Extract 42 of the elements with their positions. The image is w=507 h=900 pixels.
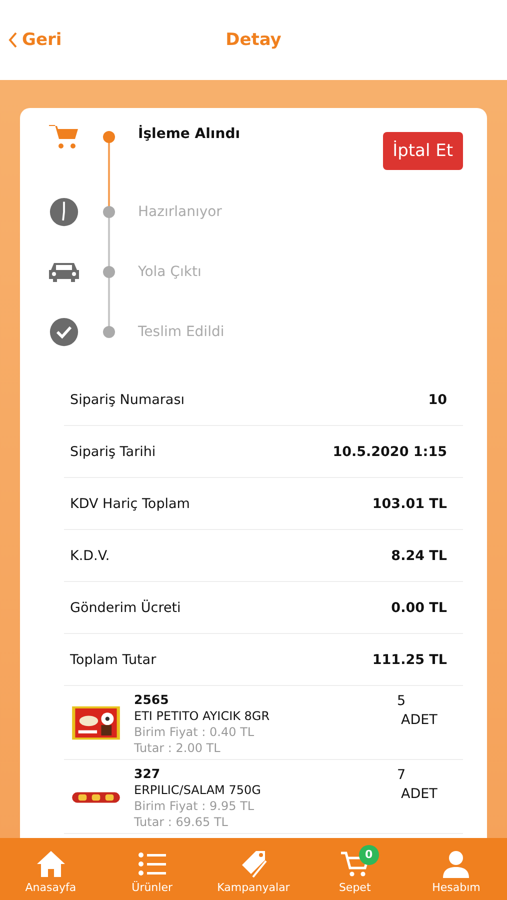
page-title: Detay (226, 30, 282, 50)
check-icon (48, 317, 80, 347)
summary-value: 103.01 TL (372, 496, 447, 512)
quantity: 7 (397, 766, 407, 785)
tab-item[interactable]: Kampanyalar (213, 844, 294, 894)
summary-label: Sipariş Tarihi (70, 444, 156, 460)
product-name: ETI PETITO AYICIK 8GR (134, 708, 271, 724)
step-label: Teslim Edildi (138, 324, 224, 340)
summary-label: K.D.V. (70, 548, 110, 564)
summary-value: 0.00 TL (391, 600, 447, 616)
product-code: 2565 (134, 692, 170, 708)
step-label: Hazırlanıyor (138, 204, 222, 220)
unit-label: ADET (400, 785, 438, 804)
summary-label: Gönderim Ücreti (70, 600, 181, 616)
tab-item[interactable]: Sepet 0 (314, 844, 395, 894)
summary-value: 111.25 TL (372, 652, 447, 668)
cart-count-badge: 0 (358, 844, 379, 864)
home-icon (36, 848, 66, 878)
summary-label: KDV Hariç Toplam (70, 496, 190, 512)
tab-item[interactable]: Hesabım (416, 844, 496, 894)
summary-label: Toplam Tutar (70, 652, 156, 668)
summary-label: Sipariş Numarası (70, 392, 184, 408)
step-label: Yola Çıktı (138, 264, 202, 280)
tab-item[interactable]: Anasayfa (10, 844, 91, 894)
chevron-icon (8, 32, 18, 48)
summary-value: 8.24 TL (391, 548, 447, 564)
line-total: Tutar : 2.00 TL (134, 740, 222, 756)
unit-price: Birim Fiyat : 9.95 TL (134, 798, 256, 814)
clock-icon (48, 197, 80, 227)
person-icon (441, 848, 472, 878)
product-name: ERPILIC/SALAM 750G (134, 782, 262, 798)
cancel-button[interactable]: İptal Et (382, 132, 463, 170)
product-code: 327 (134, 766, 162, 782)
summary-value: 10.5.2020 1:15 (332, 444, 447, 460)
unit-price: Birim Fiyat : 0.40 TL (134, 724, 256, 740)
unit-label: ADET (400, 711, 438, 730)
quantity: 5 (397, 692, 407, 711)
step-label: İşleme Alındı (138, 126, 240, 142)
summary-value: 10 (428, 392, 447, 408)
tab-item[interactable]: Ürünler (112, 844, 192, 894)
line-total: Tutar : 69.65 TL (134, 814, 229, 830)
back-button[interactable]: Geri (8, 30, 62, 50)
